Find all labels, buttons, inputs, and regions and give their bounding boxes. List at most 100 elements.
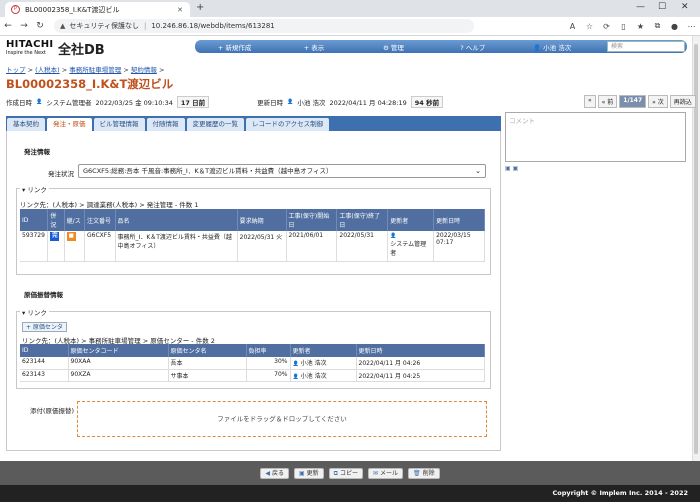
- attach-icon[interactable]: ▣: [513, 165, 519, 172]
- search-input[interactable]: 検索: [607, 41, 685, 52]
- order-status-value: G6CXF5:総務:吾本 千風音:事務所_I．K＆T渡辺ビル賃料・共益費（越中島…: [83, 167, 333, 175]
- reload-button[interactable]: 再読込: [669, 95, 696, 108]
- site-favicon-icon: P: [11, 5, 20, 14]
- user-icon: 👤: [292, 361, 299, 367]
- split-screen-icon[interactable]: ▯: [615, 22, 632, 31]
- created-ago: 17 日前: [176, 96, 210, 108]
- favorites-icon[interactable]: ★: [632, 22, 649, 31]
- tab-access-control[interactable]: レコードのアクセス制御: [246, 118, 330, 131]
- file-drop-zone[interactable]: ファイルをドラッグ＆ドロップしてください: [77, 401, 487, 437]
- cell-start: 2021/06/01: [286, 231, 338, 262]
- forward-icon[interactable]: →: [16, 21, 32, 31]
- profile-avatar-icon[interactable]: ●: [666, 22, 683, 31]
- mail-icon: ✉: [372, 469, 378, 477]
- copy-button[interactable]: ⧉ コピー: [328, 467, 363, 479]
- breadcrumb: トップ > (人税本) > 事務所駐車場管理 > 契約情報 >: [6, 66, 165, 74]
- menu-view[interactable]: + 表示: [274, 42, 353, 52]
- new-tab-icon[interactable]: +: [196, 2, 204, 13]
- close-tab-icon[interactable]: ✕: [177, 6, 183, 14]
- crumb-parking[interactable]: 事務所駐車場管理: [69, 66, 121, 74]
- refresh-icon[interactable]: ↻: [32, 21, 48, 31]
- prev-button[interactable]: « 前: [597, 95, 618, 108]
- cell-end: 2022/05/31: [336, 231, 389, 262]
- order-status-select[interactable]: G6CXF5:総務:吾本 千風音:事務所_I．K＆T渡辺ビル賃料・共益費（越中島…: [78, 164, 486, 178]
- more-menu-icon[interactable]: ⋯: [683, 22, 700, 31]
- cell-id: 623143: [20, 369, 69, 382]
- tab-basic-contract[interactable]: 基本契約: [7, 118, 45, 131]
- cost-link-legend[interactable]: ▾ リンク: [20, 307, 49, 317]
- add-cost-center-button[interactable]: + 原価センタ: [22, 322, 67, 332]
- warning-icon: ▲: [60, 22, 66, 30]
- cell-updated: 2022/03/15 07:17: [433, 231, 485, 262]
- cell-rate: 30%: [246, 357, 291, 370]
- cell-id: 593729: [20, 231, 49, 262]
- col-start: 工事(保守)開始日: [286, 209, 338, 231]
- window-close-icon[interactable]: ✕: [681, 2, 689, 12]
- refresh-alt-icon[interactable]: ⟳: [598, 22, 615, 31]
- url-bar[interactable]: ▲ セキュリティ保護なし | 10.246.86.18/webdb/items/…: [54, 19, 474, 33]
- cell-updater[interactable]: システム管理者: [390, 241, 426, 257]
- chevron-down-icon: ⌄: [475, 167, 481, 175]
- cell-name: サ事本: [168, 369, 247, 382]
- update-button[interactable]: ▣ 更新: [293, 467, 324, 479]
- save-icon: ▣: [298, 469, 305, 477]
- order-section-title: 発注情報: [24, 148, 50, 156]
- cell-name: 吾本: [168, 357, 247, 370]
- created-user[interactable]: システム管理者: [46, 97, 91, 107]
- minimize-icon[interactable]: —: [636, 2, 645, 12]
- delete-button[interactable]: 🗑 削除: [408, 467, 440, 479]
- page-title: BL00002358_I.K&T渡辺ビル: [6, 77, 174, 91]
- read-aloud-icon[interactable]: A: [564, 22, 581, 31]
- maximize-icon[interactable]: ☐: [658, 2, 666, 12]
- browser-tab[interactable]: P BL00002358_I.K&T渡辺ビル ✕: [5, 2, 190, 17]
- order-link-legend[interactable]: ▾ リンク: [20, 184, 49, 194]
- tab-order-cost[interactable]: 発注・原価: [47, 118, 92, 131]
- trash-icon: 🗑: [413, 469, 421, 477]
- collections-icon[interactable]: ⧉: [649, 21, 666, 31]
- menu-user[interactable]: 👤 小池 浩次: [512, 42, 591, 52]
- tab-building[interactable]: ビル管理情報: [93, 118, 145, 131]
- tab-additional[interactable]: 付随情報: [146, 118, 185, 131]
- col-updated: 更新日時: [356, 344, 485, 357]
- col-order-no: 注文番号: [84, 209, 116, 231]
- table-row[interactable]: 623144 90XAA 吾本 30% 👤 小池 浩次 2022/04/11 月…: [20, 357, 485, 370]
- cell-updater[interactable]: 小池 浩次: [301, 360, 327, 367]
- record-meta: 作成日時 👤 システム管理者 2022/03/25 金 09:10:34 17 …: [6, 96, 444, 108]
- col-updated: 更新日時: [433, 209, 485, 231]
- first-button[interactable]: «: [584, 95, 596, 108]
- cell-updater[interactable]: 小池 浩次: [301, 373, 327, 380]
- updated-ago: 94 秒前: [410, 96, 444, 108]
- image-icon[interactable]: ▣: [505, 165, 511, 172]
- cost-section-title: 原価振替情報: [24, 291, 63, 299]
- col-id: ID: [20, 344, 69, 357]
- next-button[interactable]: » 次: [648, 95, 668, 108]
- back-button[interactable]: ◀ 戻る: [260, 467, 289, 479]
- hitachi-logo[interactable]: HITACHI Inspire the Next: [6, 40, 53, 58]
- page-indicator: 1/147: [619, 95, 647, 108]
- table-row[interactable]: 593729 完 ■ G6CXF5 事務所_I．K＆T渡辺ビル賃料・共益費（越中…: [20, 231, 485, 262]
- favorite-star-icon[interactable]: ☆: [581, 22, 598, 31]
- continue-badge: ■: [66, 232, 76, 241]
- col-updater: 更新者: [290, 344, 357, 357]
- mail-button[interactable]: ✉ メール: [367, 467, 404, 479]
- db-name[interactable]: 全社DB: [58, 39, 105, 58]
- table-row[interactable]: 623143 90XZA サ事本 70% 👤 小池 浩次 2022/04/11 …: [20, 369, 485, 382]
- tab-history[interactable]: 変更履歴の一覧: [186, 118, 244, 131]
- back-arrow-icon: ◀: [265, 469, 270, 477]
- crumb-contract[interactable]: 契約情報: [131, 66, 157, 74]
- cell-order-no: G6CXF5: [84, 231, 116, 262]
- comment-input[interactable]: コメント: [505, 112, 686, 162]
- back-icon[interactable]: ←: [0, 21, 16, 31]
- menu-new[interactable]: + 新規作成: [195, 42, 274, 52]
- crumb-top[interactable]: トップ: [6, 66, 26, 74]
- menu-help[interactable]: ? ヘルプ: [433, 42, 512, 52]
- col-cost-code: 原価センタコード: [68, 344, 169, 357]
- col-rate: 負担率: [246, 344, 291, 357]
- cell-updated: 2022/04/11 月 04:25: [356, 369, 485, 382]
- updated-user[interactable]: 小池 浩次: [297, 97, 325, 107]
- security-label: セキュリティ保護なし: [69, 22, 139, 30]
- created-label: 作成日時: [6, 99, 32, 107]
- menu-admin[interactable]: ⚙ 管理: [354, 42, 433, 52]
- address-toolbar: ← → ↻ ▲ セキュリティ保護なし | 10.246.86.18/webdb/…: [0, 17, 700, 36]
- crumb-company[interactable]: (人税本): [35, 66, 60, 74]
